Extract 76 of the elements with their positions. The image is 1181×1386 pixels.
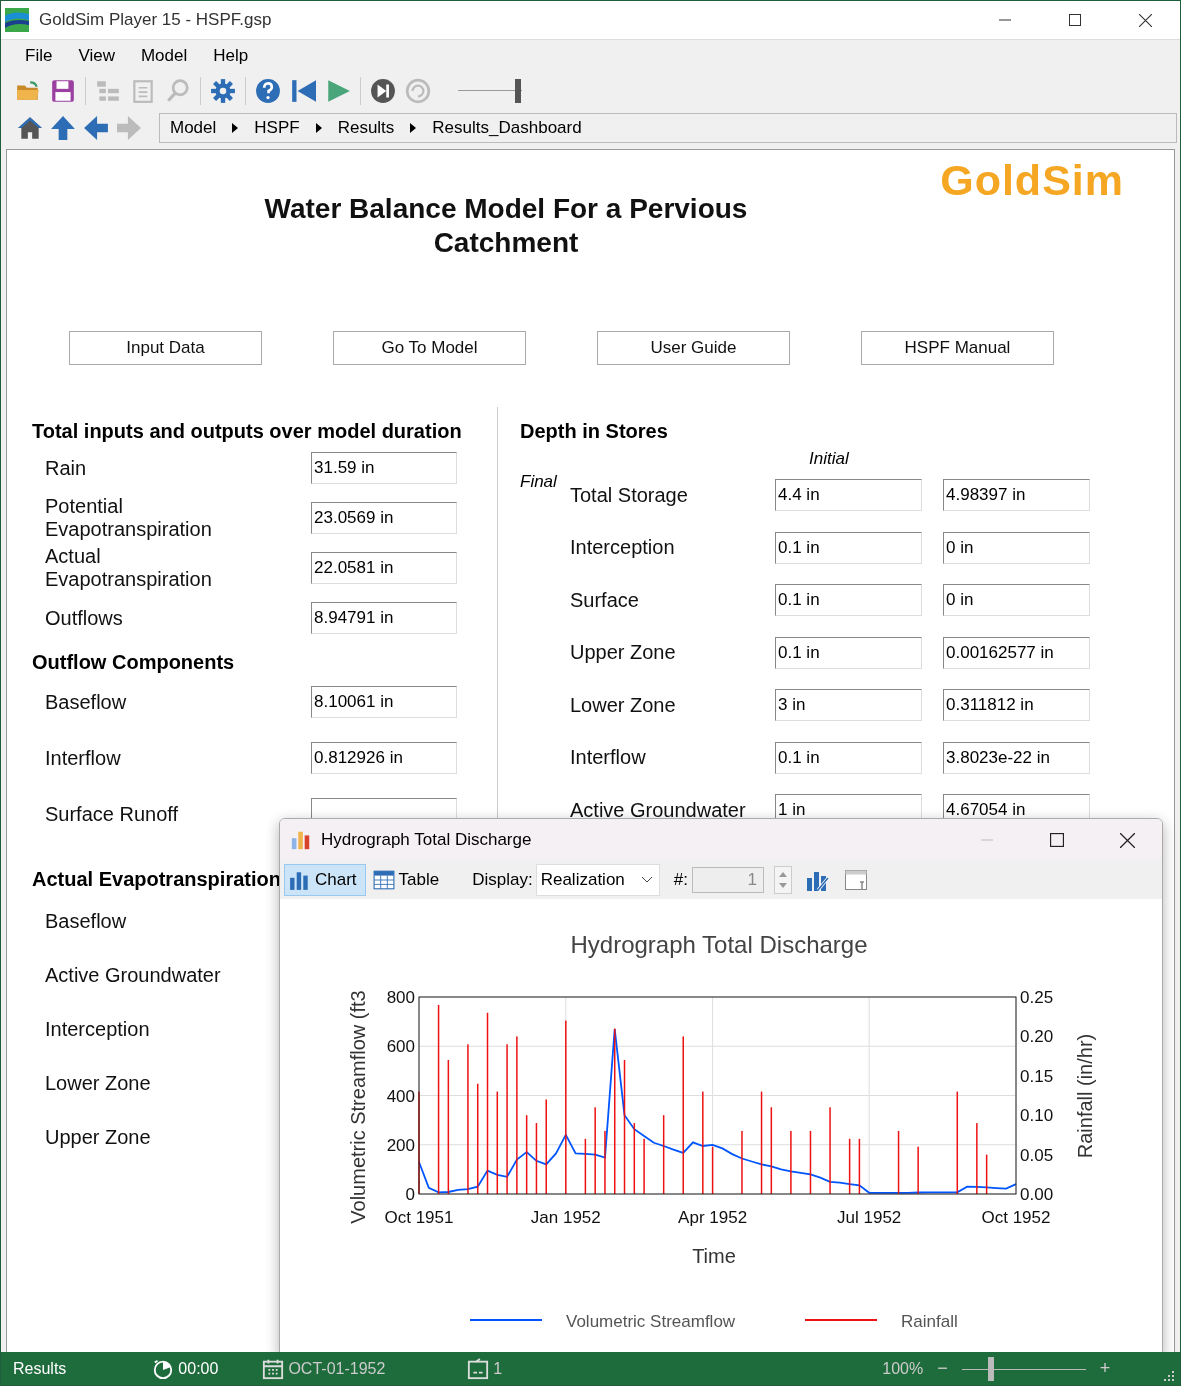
value-field: 0.1 in <box>775 584 922 617</box>
value-field: 8.94791 in <box>311 602 457 634</box>
value-field: 0.00162577 in <box>943 636 1090 669</box>
status-date: OCT-01-1952 <box>288 1359 386 1378</box>
field-label: Active Groundwater <box>570 798 747 822</box>
number-label: #: <box>673 870 688 890</box>
value-field: 31.59 in <box>311 452 457 484</box>
axis-tick-label: 0.10 <box>1020 1106 1054 1126</box>
axis-tick-label: Jul 1952 <box>837 1208 902 1227</box>
axis-tick-label: 800 <box>386 988 415 1007</box>
status-realization: 1 <box>493 1359 503 1378</box>
axis-tick-label: 0.00 <box>1020 1185 1054 1204</box>
field-label: Upper Zone <box>570 641 677 665</box>
legend-label: Volumetric Streamflow <box>566 1312 736 1331</box>
field-label: Lower Zone <box>45 1071 152 1095</box>
section-heading: Actual Evapotranspiration <box>32 867 281 892</box>
field-label: Active Groundwater <box>45 963 222 987</box>
value-field: 3.8023e-22 in <box>943 741 1090 774</box>
zoom-percent: 100% <box>882 1359 924 1378</box>
value-field: 0.311812 in <box>943 689 1090 722</box>
axis-tick-label: 0.15 <box>1020 1066 1054 1086</box>
dashboard-title: Water Balance Model For a Pervious Catchment <box>263 192 749 260</box>
field-label: Total Storage <box>570 483 689 507</box>
y-axis-title: Volumetric Streamflow (ft3 <box>347 990 369 1224</box>
axis-tick-label: Oct 1951 <box>384 1208 454 1227</box>
chart-title: Hydrograph Total Discharge <box>570 931 868 958</box>
field-label: Interflow <box>570 746 647 770</box>
field-label: Baseflow <box>45 690 128 714</box>
axis-tick-label: 200 <box>386 1135 415 1155</box>
field-label: Surface <box>570 588 640 612</box>
field-label: Interception <box>570 536 676 560</box>
field-label: Actual Evapotranspiration <box>45 545 213 591</box>
y-axis-title: Rainfall (in/hr) <box>1074 1033 1096 1159</box>
value-field: 23.0569 in <box>311 502 457 534</box>
value-field: 4.98397 in <box>943 479 1090 512</box>
row-label: Final <box>520 472 557 491</box>
field-label: Rain <box>45 456 88 480</box>
field-label: Upper Zone <box>45 1125 152 1149</box>
field-label: Surface Runoff <box>45 802 180 826</box>
field-label: Interception <box>45 1017 151 1041</box>
value-field: 0.1 in <box>775 531 922 564</box>
axis-tick-label: Jan 1952 <box>530 1208 601 1227</box>
axis-tick-label: 0 <box>405 1185 415 1204</box>
field-label: Interflow <box>45 746 122 770</box>
axis-tick-label: 400 <box>386 1086 415 1106</box>
axis-tick-label: 0.20 <box>1020 1027 1054 1047</box>
field-label: Lower Zone <box>570 693 677 717</box>
axis-tick-label: Apr 1952 <box>678 1208 748 1227</box>
column-label: Initial <box>809 449 849 469</box>
axis-tick-label: 600 <box>386 1037 415 1057</box>
value-field: 8.10061 in <box>311 686 457 718</box>
window-title: Hydrograph Total Discharge <box>321 830 532 850</box>
axis-tick-label: 0.25 <box>1020 988 1054 1007</box>
logo: GoldSim <box>940 156 1124 204</box>
field-label: Outflows <box>45 606 124 630</box>
status-time: 00:00 <box>178 1359 219 1378</box>
value-field: 0.1 in <box>775 636 922 669</box>
field-label: Potential Evapotranspiration <box>45 495 213 541</box>
legend-label: Rainfall <box>901 1312 958 1331</box>
x-axis-title: Time <box>692 1245 736 1267</box>
field-label: Baseflow <box>45 909 128 933</box>
value-field: 0 in <box>943 584 1090 617</box>
display-label: Display: <box>472 870 533 890</box>
value-field: 3 in <box>775 689 922 722</box>
value-field: 0.812926 in <box>311 742 457 774</box>
section-heading: Depth in Stores <box>520 419 668 443</box>
window-title: GoldSim Player 15 - HSPF.gsp <box>39 10 272 30</box>
axis-tick-label: 0.05 <box>1020 1145 1054 1165</box>
value-field: 22.0581 in <box>311 552 457 584</box>
value-field: 4.4 in <box>775 479 922 512</box>
section-heading: Total inputs and outputs over model duration <box>32 419 462 443</box>
value-field: 0 in <box>943 531 1090 564</box>
axis-tick-label: Oct 1952 <box>981 1208 1051 1227</box>
status-mode: Results <box>13 1359 67 1378</box>
section-heading: Outflow Components <box>32 650 235 674</box>
value-field: 0.1 in <box>775 741 922 774</box>
